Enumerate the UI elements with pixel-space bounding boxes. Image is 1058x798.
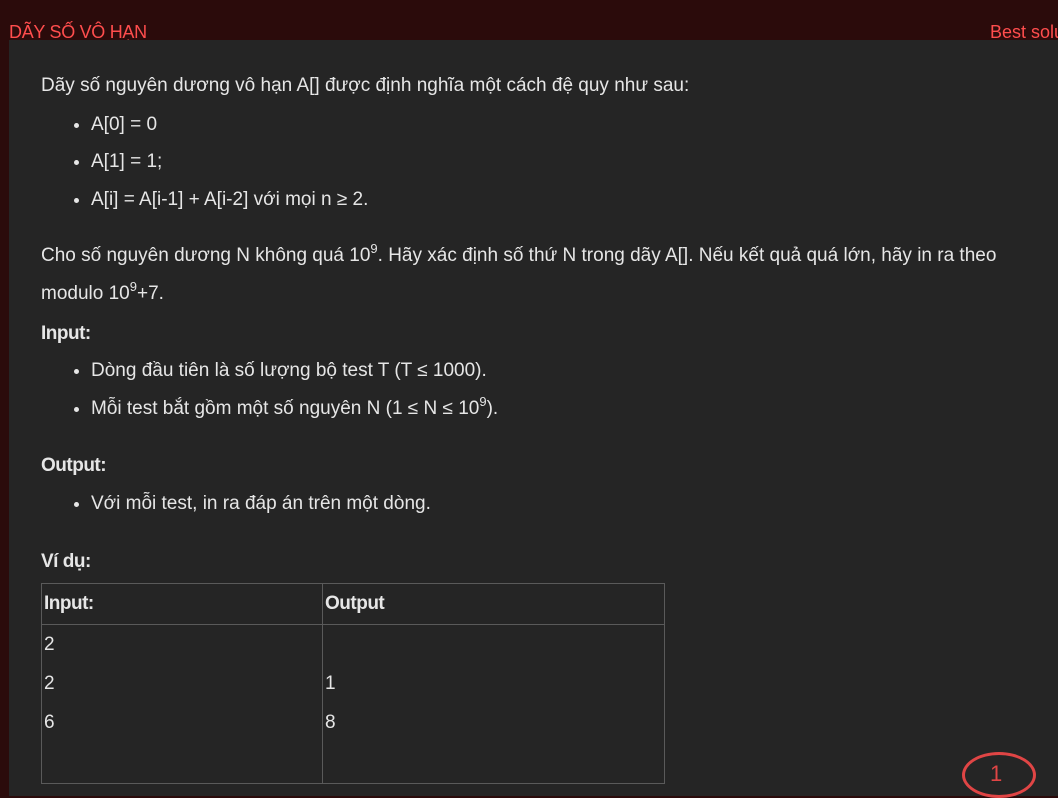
output-cell: 1 8 [322, 624, 665, 784]
statement-line-2: modulo 109+7. [41, 279, 164, 305]
input-item: Dòng đầu tiên là số lượng bộ test T (T ≤… [74, 360, 487, 381]
output-line: 8 [325, 712, 336, 733]
input-line: 6 [44, 712, 55, 733]
top-bar: DÃY SỐ VÔ HẠN Best solu [0, 0, 1058, 42]
output-heading: Output: [41, 455, 107, 476]
input-item-tail: ). [486, 398, 499, 419]
statement-text: . Hãy xác định số thứ N trong dãy A[]. N… [377, 245, 997, 266]
rule-item: A[1] = 1; [73, 151, 163, 172]
rule-item: A[0] = 0 [73, 114, 158, 135]
table-header-row: Input: Output [41, 583, 665, 625]
example-table: Input: Output 2 2 6 1 8 [41, 583, 665, 784]
input-line: 2 [44, 634, 55, 655]
table-header-cell: Output [322, 583, 665, 625]
exponent: 9 [370, 241, 378, 256]
statement-text: +7. [136, 283, 164, 304]
table-row: 2 2 6 1 8 [41, 624, 665, 784]
intro-text: Dãy số nguyên dương vô hạn A[] được định… [41, 75, 690, 96]
input-cell: 2 2 6 [41, 624, 323, 784]
example-heading: Ví dụ: [41, 551, 91, 572]
statement-line-1: Cho số nguyên dương N không quá 109. Hãy… [41, 241, 997, 267]
exponent: 9 [479, 394, 487, 409]
input-item-text: Mỗi test bắt gồm một số nguyên N (1 ≤ N … [91, 398, 480, 419]
input-heading: Input: [41, 323, 91, 344]
statement-text: Cho số nguyên dương N không quá 10 [41, 245, 371, 266]
input-line: 2 [44, 673, 55, 694]
table-header-cell: Input: [41, 583, 323, 625]
output-item: Với mỗi test, in ra đáp án trên một dòng… [74, 493, 431, 514]
rule-item: A[i] = A[i-1] + A[i-2] với mọi n ≥ 2. [73, 189, 369, 210]
output-line: 1 [325, 673, 336, 694]
exponent: 9 [129, 279, 137, 294]
problem-panel: Dãy số nguyên dương vô hạn A[] được định… [9, 40, 1058, 796]
statement-text: modulo 10 [41, 283, 130, 304]
annotation-number: 1 [990, 761, 1003, 786]
input-item: Mỗi test bắt gồm một số nguyên N (1 ≤ N … [73, 394, 499, 420]
